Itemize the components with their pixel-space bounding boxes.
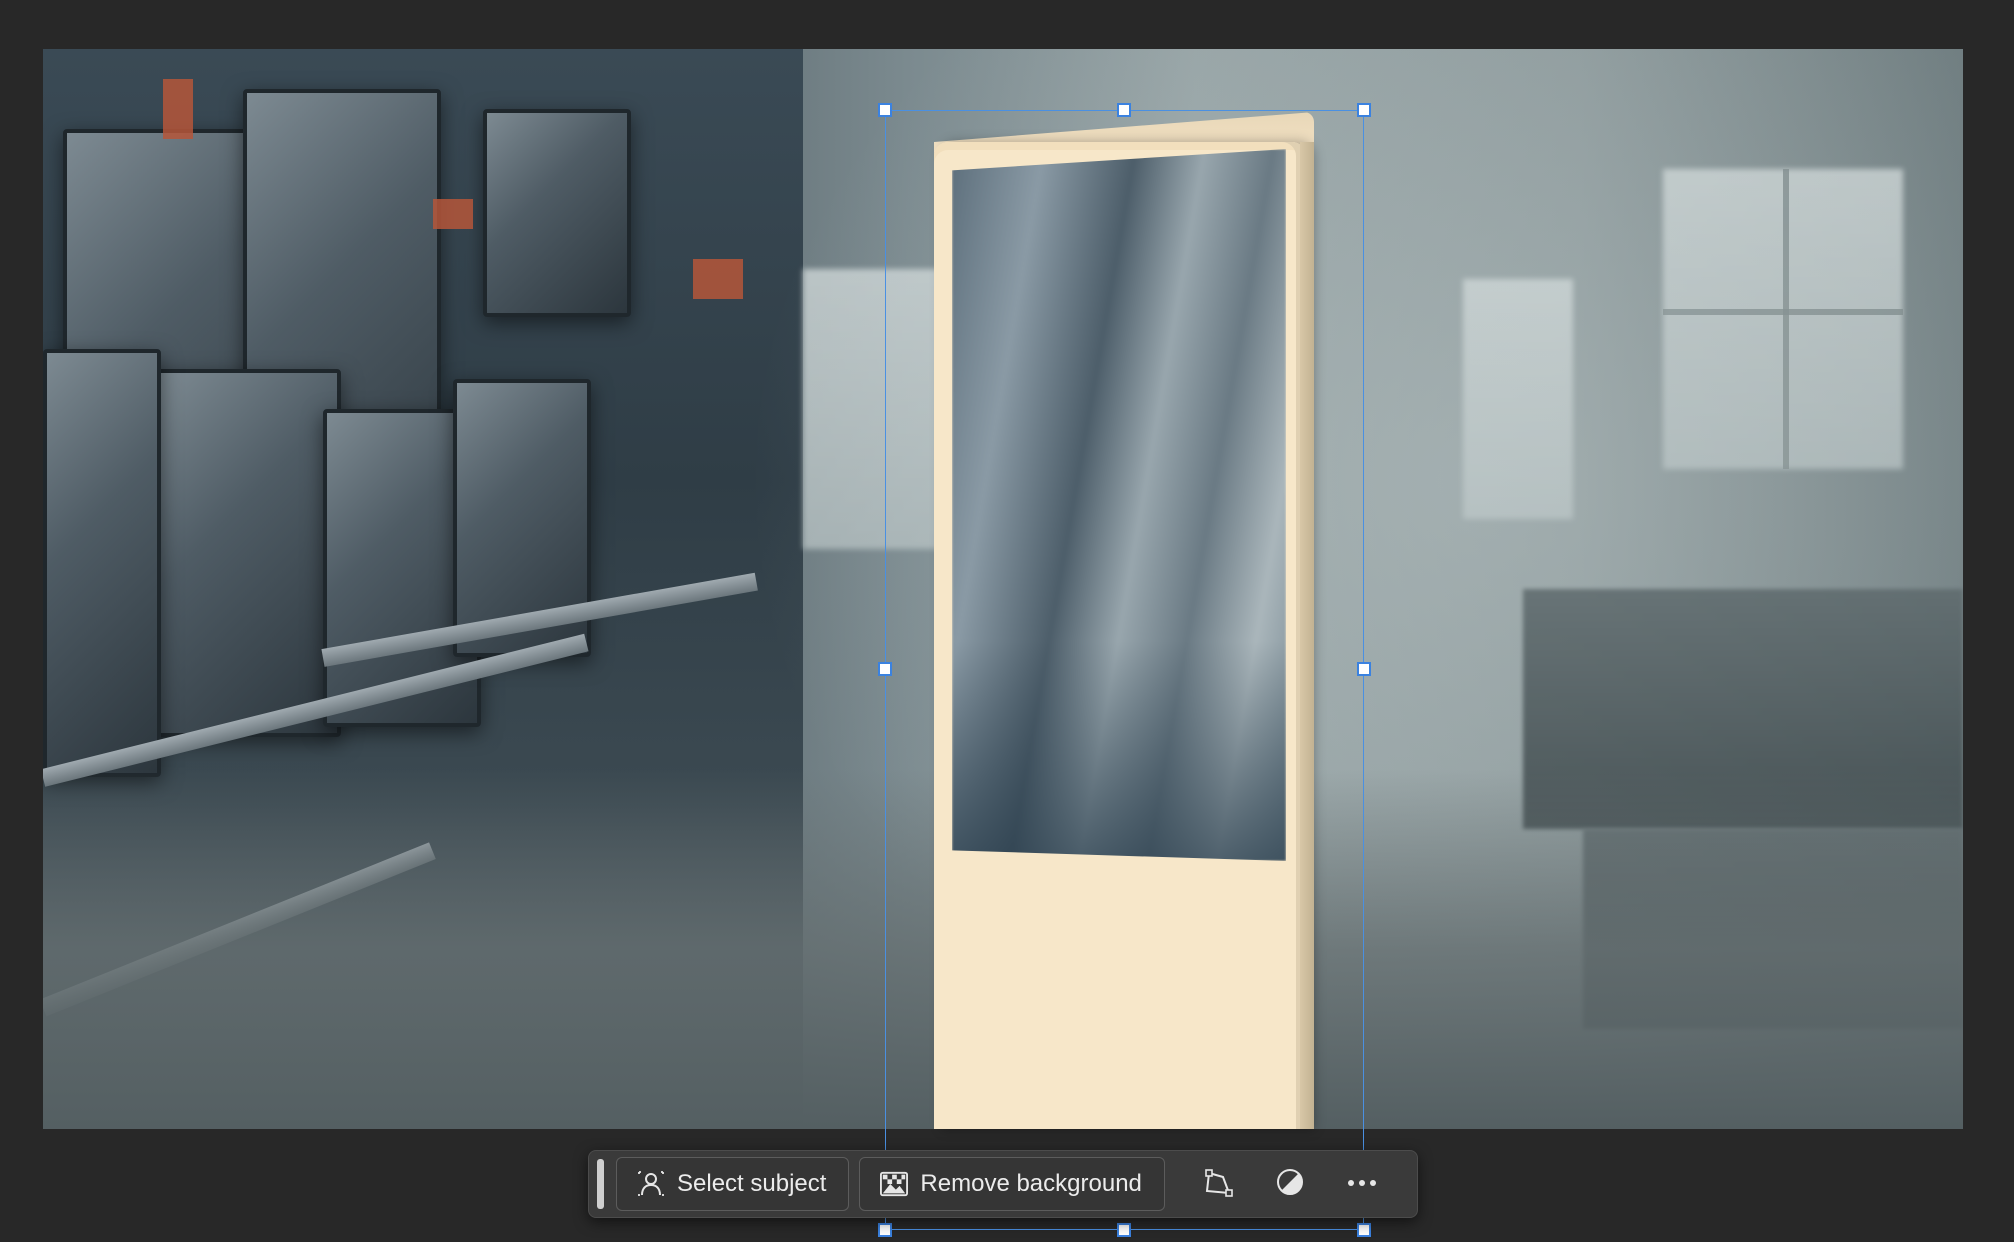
kiosk-side-edge [1300,142,1314,1129]
transform-handle-middle-left[interactable] [878,662,892,676]
transform-handle-middle-right[interactable] [1357,662,1371,676]
contextual-task-bar: Select subject Remove background [588,1150,1418,1218]
select-subject-label: Select subject [677,1170,827,1197]
remove-background-label: Remove background [920,1170,1142,1197]
price-tag [693,259,743,299]
drag-handle[interactable] [597,1159,604,1209]
price-tag [433,199,473,229]
transform-handle-top-right[interactable] [1357,103,1371,117]
more-options-button[interactable] [1333,1157,1391,1211]
transform-button[interactable] [1189,1157,1247,1211]
remove-background-button[interactable]: Remove background [859,1157,1165,1211]
half-circle-adjustment-icon [1275,1167,1305,1202]
kiosk-screen [952,149,1286,861]
transform-handle-bottom-middle[interactable] [1117,1223,1131,1237]
transform-handle-top-left[interactable] [878,103,892,117]
adjustment-button[interactable] [1261,1157,1319,1211]
checkerboard-image-icon [880,1170,909,1198]
tv-screen [483,109,631,317]
transform-handle-bottom-right[interactable] [1357,1223,1371,1237]
transform-handle-top-middle[interactable] [1117,103,1131,117]
more-horizontal-icon [1347,1175,1377,1193]
kiosk-display[interactable] [934,112,1314,1129]
tv-screen [43,349,161,777]
select-subject-button[interactable]: Select subject [616,1157,850,1211]
canvas-area[interactable]: Select subject Remove background [0,0,2014,1242]
perspective-transform-icon [1203,1167,1233,1202]
price-tag [163,79,193,139]
tv-screen [153,369,341,737]
transform-handle-bottom-left[interactable] [878,1223,892,1237]
person-select-icon [637,1170,665,1198]
